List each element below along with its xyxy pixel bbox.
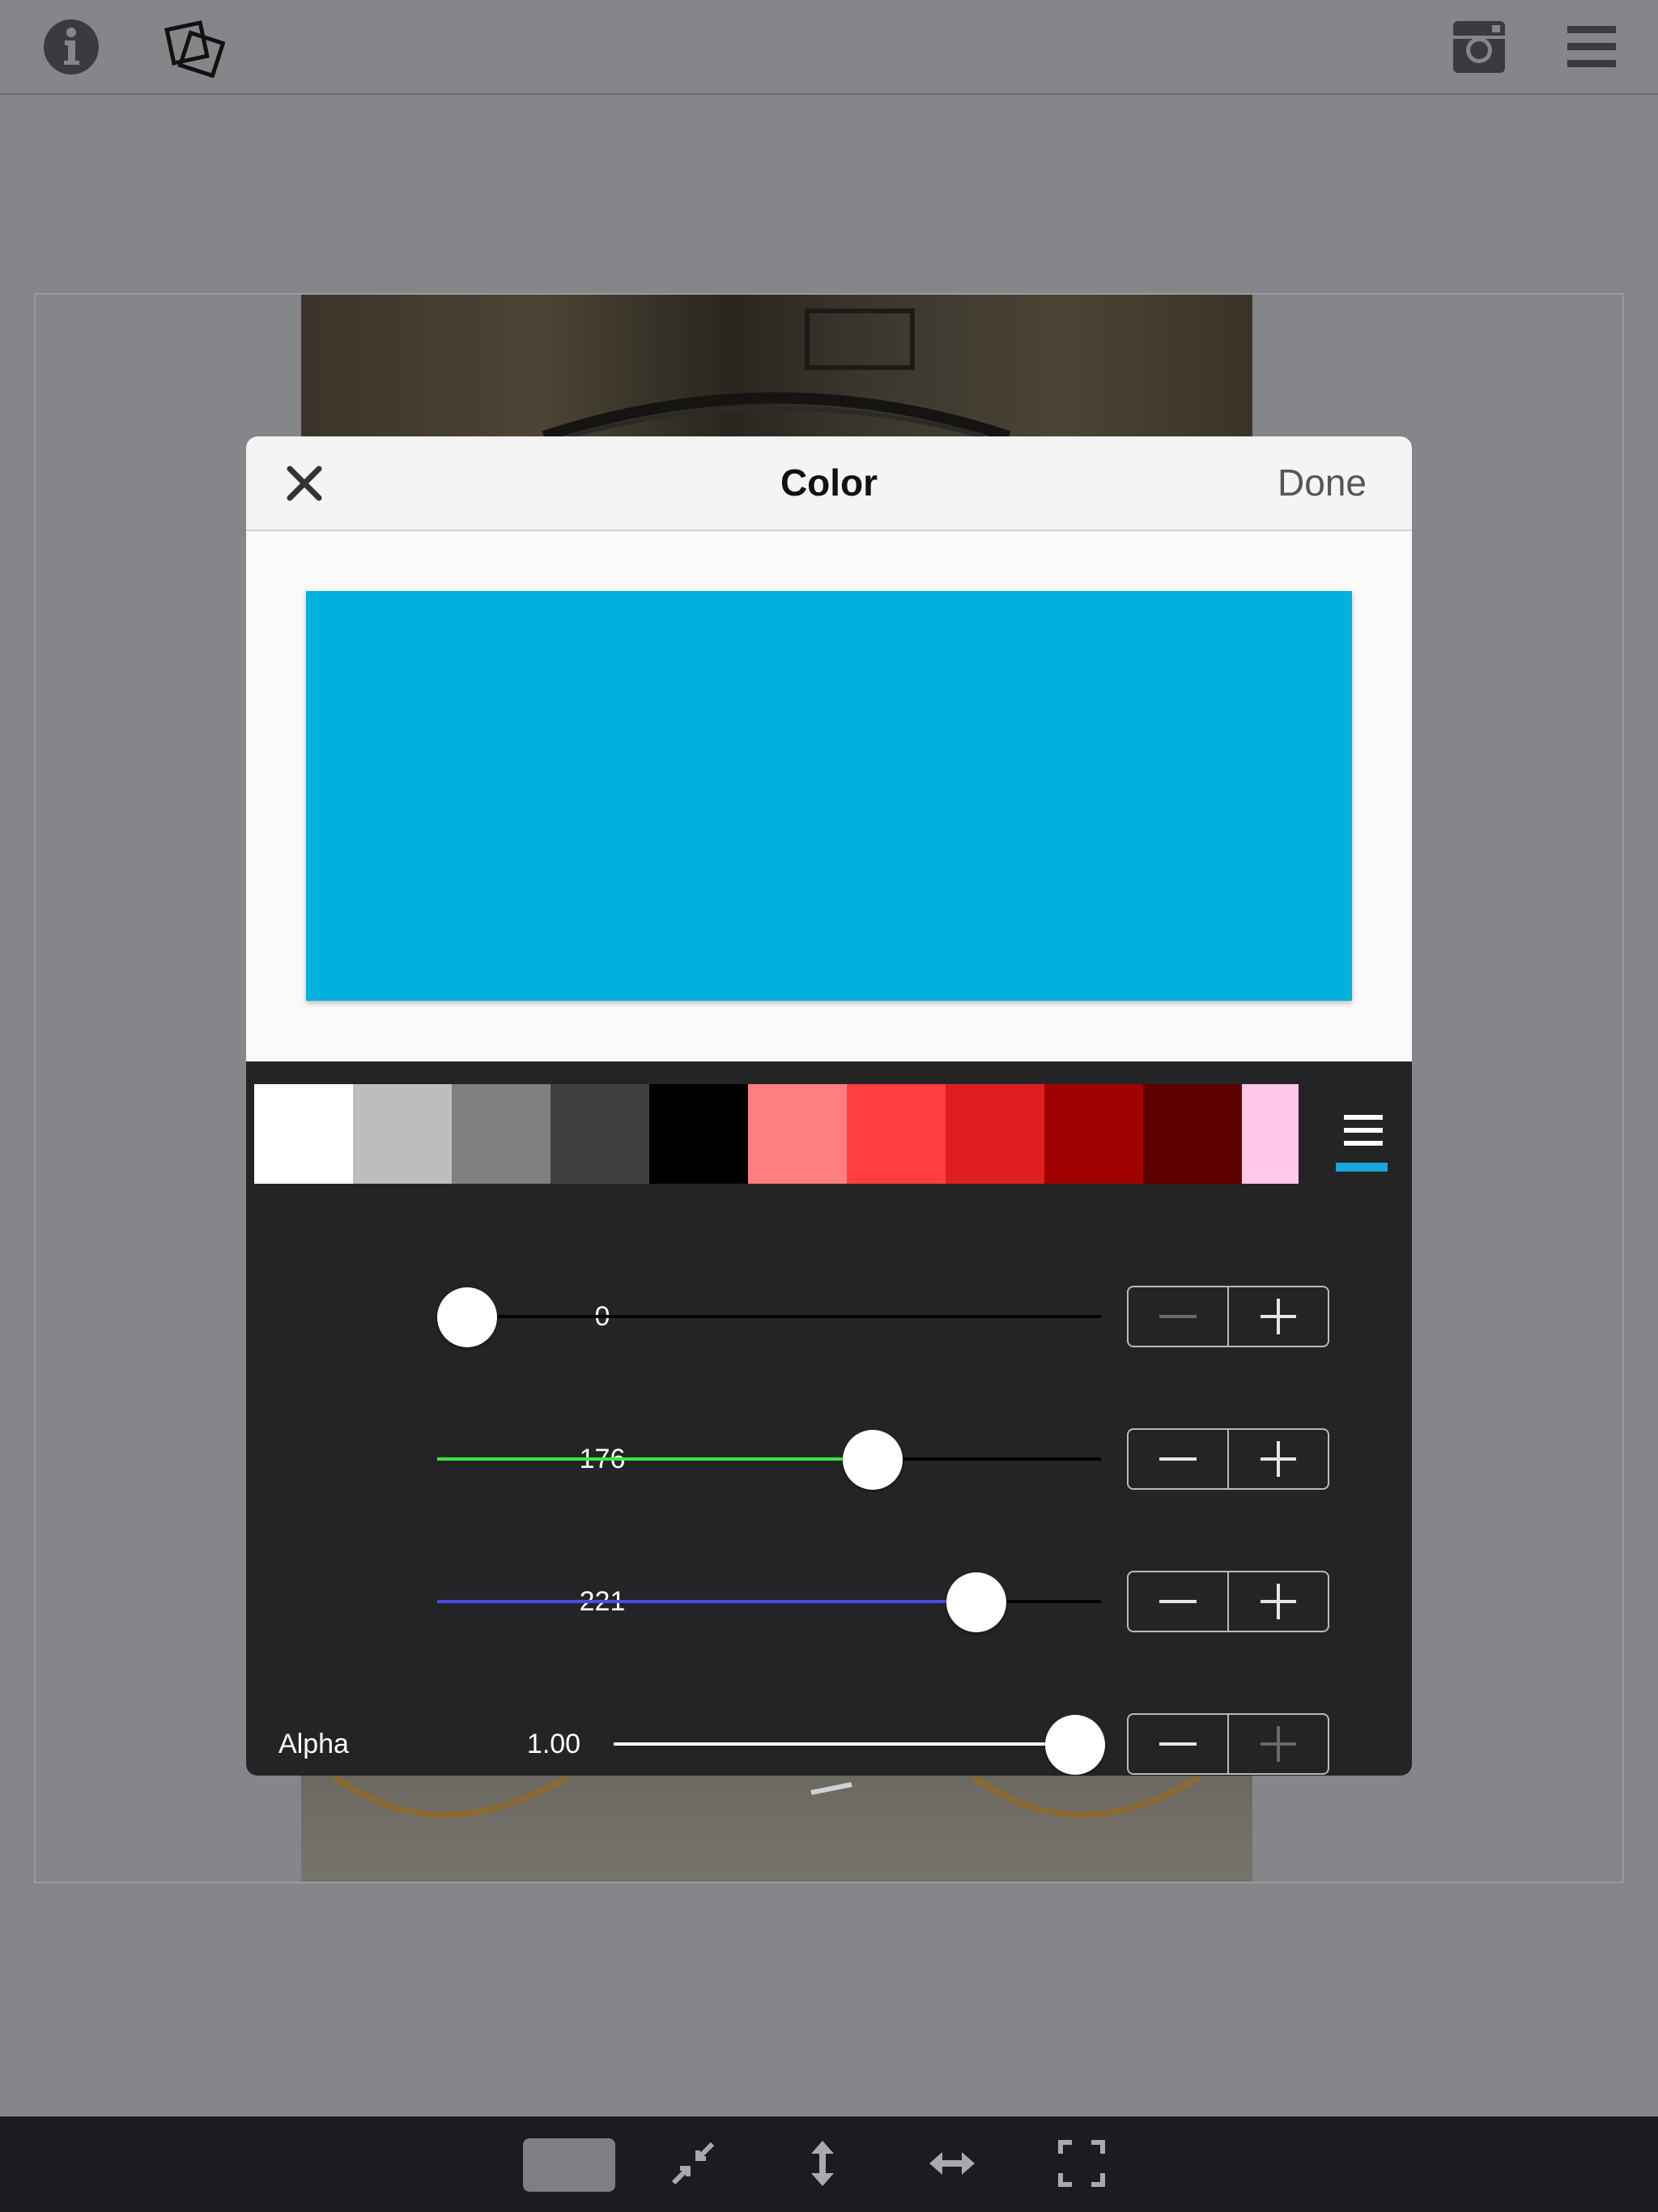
fullscreen-icon[interactable]: [1057, 2139, 1106, 2192]
green-slider-row: 176: [246, 1419, 1412, 1499]
alpha-label: Alpha: [278, 1729, 349, 1759]
photo-top-brick-wall: [301, 295, 1252, 436]
bottom-toolbar: [0, 2116, 1658, 2212]
blue-increment-button[interactable]: [1227, 1572, 1328, 1631]
red-slider-thumb[interactable]: [437, 1287, 497, 1347]
palette-swatch[interactable]: [254, 1084, 353, 1184]
horizontal-stretch-icon[interactable]: [928, 2139, 976, 2192]
red-increment-button[interactable]: [1227, 1287, 1328, 1346]
aspect-ratio-icon[interactable]: [523, 2138, 615, 2192]
blue-slider-row: 221: [246, 1561, 1412, 1642]
palette-swatch[interactable]: [353, 1084, 452, 1184]
red-slider-row: 0: [246, 1276, 1412, 1357]
blue-slider[interactable]: [437, 1561, 1101, 1642]
red-decrement-button[interactable]: [1129, 1287, 1227, 1346]
alpha-slider-thumb[interactable]: [1045, 1715, 1105, 1775]
blue-stepper: [1127, 1571, 1329, 1632]
instagram-icon[interactable]: [1448, 16, 1510, 78]
top-toolbar: [0, 0, 1658, 95]
done-button[interactable]: Done: [1278, 436, 1367, 530]
green-decrement-button[interactable]: [1129, 1430, 1227, 1488]
info-icon[interactable]: [40, 16, 102, 78]
close-icon[interactable]: [282, 461, 327, 506]
color-palette: [254, 1084, 1299, 1184]
dialog-title: Color: [780, 462, 878, 504]
alpha-decrement-button[interactable]: [1129, 1715, 1227, 1773]
alpha-increment-button[interactable]: [1227, 1715, 1328, 1773]
palette-swatch[interactable]: [1242, 1084, 1299, 1184]
palette-swatch[interactable]: [452, 1084, 551, 1184]
red-stepper: [1127, 1286, 1329, 1347]
alpha-slider-row: Alpha 1.00: [246, 1704, 1412, 1776]
photo-bottom-road: [301, 1776, 1252, 1882]
layers-icon[interactable]: [164, 16, 226, 79]
red-slider[interactable]: [437, 1276, 1101, 1357]
blue-slider-thumb[interactable]: [946, 1572, 1007, 1632]
palette-swatch[interactable]: [847, 1084, 946, 1184]
green-slider-thumb[interactable]: [843, 1430, 903, 1490]
dialog-header: Color Done: [246, 436, 1412, 531]
green-increment-button[interactable]: [1227, 1430, 1328, 1488]
color-dialog: Color Done 0 176: [246, 436, 1412, 1776]
color-preview-swatch: [306, 591, 1352, 1001]
green-stepper: [1127, 1428, 1329, 1490]
palette-swatch[interactable]: [551, 1084, 649, 1184]
green-slider[interactable]: [437, 1419, 1101, 1499]
color-preview-area: [246, 531, 1412, 1061]
vertical-stretch-icon[interactable]: [798, 2139, 847, 2192]
alpha-value: 1.00: [526, 1729, 581, 1759]
palette-swatch[interactable]: [649, 1084, 748, 1184]
palette-swatch[interactable]: [748, 1084, 847, 1184]
palette-swatch[interactable]: [1143, 1084, 1242, 1184]
palette-menu-icon[interactable]: [1336, 1115, 1388, 1172]
palette-swatch[interactable]: [1044, 1084, 1143, 1184]
palette-swatch[interactable]: [946, 1084, 1044, 1184]
alpha-stepper: [1127, 1713, 1329, 1775]
shrink-icon[interactable]: [669, 2139, 717, 2192]
menu-icon[interactable]: [1561, 16, 1622, 78]
blue-decrement-button[interactable]: [1129, 1572, 1227, 1631]
